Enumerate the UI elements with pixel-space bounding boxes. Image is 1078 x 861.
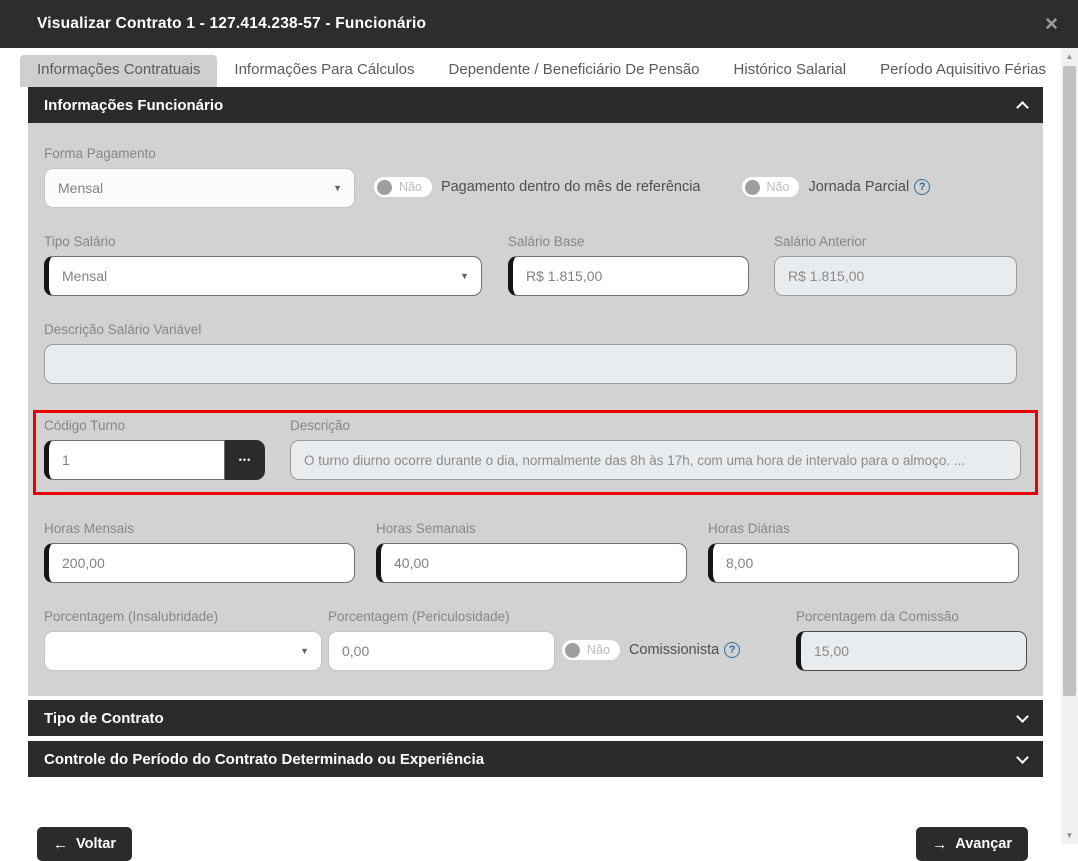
row-forma-pagamento: Forma Pagamento Mensal ▼ Não Pagamento d…: [44, 146, 1027, 208]
help-icon[interactable]: ?: [914, 179, 930, 195]
help-icon[interactable]: ?: [724, 642, 740, 658]
comissionista-label: Comissionista: [629, 642, 719, 658]
porcentagem-insalubridade-label: Porcentagem (Insalubridade): [44, 609, 322, 624]
scroll-down-icon[interactable]: ▼: [1061, 827, 1078, 844]
porcentagem-periculosidade-label: Porcentagem (Periculosidade): [328, 609, 555, 624]
section-header-controle-periodo[interactable]: Controle do Período do Contrato Determin…: [28, 741, 1043, 777]
tipo-salario-label: Tipo Salário: [44, 234, 482, 249]
codigo-turno-value: 1: [62, 452, 70, 468]
porcentagem-periculosidade-value: 0,00: [342, 643, 369, 659]
voltar-label: Voltar: [76, 836, 116, 852]
descricao-turno-value: O turno diurno ocorre durante o dia, nor…: [304, 453, 965, 468]
avancar-label: Avançar: [955, 836, 1012, 852]
avancar-button[interactable]: → Avançar: [916, 827, 1028, 861]
descricao-salario-variavel-input: [44, 344, 1017, 384]
chevron-down-icon: ▼: [460, 271, 469, 281]
horas-mensais-input[interactable]: 200,00: [44, 543, 355, 583]
tab-informacoes-para-calculos[interactable]: Informações Para Cálculos: [217, 55, 431, 87]
porcentagem-comissao-label: Porcentagem da Comissão: [796, 609, 1027, 624]
jornada-parcial-label: Jornada Parcial: [808, 179, 909, 195]
descricao-turno-label: Descrição: [290, 418, 1021, 433]
horas-semanais-label: Horas Semanais: [376, 521, 687, 536]
chevron-up-icon: [1016, 101, 1029, 114]
tipo-salario-value: Mensal: [62, 268, 107, 284]
porcentagem-insalubridade-select[interactable]: ▼: [44, 631, 322, 671]
modal-title: Visualizar Contrato 1 - 127.414.238-57 -…: [37, 15, 426, 33]
forma-pagamento-select[interactable]: Mensal ▼: [44, 168, 355, 208]
section-header-informacoes-funcionario[interactable]: Informações Funcionário: [28, 87, 1043, 123]
modal-header: Visualizar Contrato 1 - 127.414.238-57 -…: [0, 0, 1078, 48]
tab-historico-salarial[interactable]: Histórico Salarial: [717, 55, 864, 87]
descricao-salario-variavel-label: Descrição Salário Variável: [44, 322, 1017, 337]
chevron-down-icon: ▼: [333, 183, 342, 193]
codigo-turno-group: 1 •••: [44, 440, 265, 480]
row-horas: Horas Mensais 200,00 Horas Semanais 40,0…: [44, 521, 1027, 583]
porcentagem-comissao-value: 15,00: [814, 643, 849, 659]
toggle-state-label: Não: [767, 180, 790, 194]
ellipsis-lookup-button[interactable]: •••: [225, 440, 265, 480]
row-salarios: Tipo Salário Mensal ▼ Salário Base R$ 1.…: [44, 234, 1027, 296]
arrow-right-icon: →: [932, 836, 947, 853]
vertical-scrollbar[interactable]: ▲ ▼: [1061, 48, 1078, 844]
section-header-tipo-de-contrato[interactable]: Tipo de Contrato: [28, 700, 1043, 736]
scroll-up-icon[interactable]: ▲: [1061, 48, 1078, 65]
codigo-turno-input[interactable]: 1: [44, 440, 225, 480]
scrollbar-thumb[interactable]: [1063, 66, 1076, 696]
row-porcentagens: Porcentagem (Insalubridade) ▼ Porcentage…: [44, 609, 1027, 671]
ellipsis-icon: •••: [239, 455, 251, 465]
jornada-parcial-toggle[interactable]: Não: [741, 176, 801, 198]
section-title: Informações Funcionário: [44, 97, 223, 114]
codigo-turno-label: Código Turno: [44, 418, 265, 433]
chevron-down-icon: [1016, 710, 1029, 723]
toggle-knob: [745, 180, 760, 195]
row-descricao-salario-variavel: Descrição Salário Variável: [44, 322, 1027, 384]
salario-base-value: R$ 1.815,00: [526, 268, 602, 284]
section-title: Tipo de Contrato: [44, 710, 164, 727]
tab-dependente-beneficiario[interactable]: Dependente / Beneficiário De Pensão: [432, 55, 717, 87]
salario-base-input[interactable]: R$ 1.815,00: [508, 256, 749, 296]
toggle-state-label: Não: [587, 643, 610, 657]
horas-diarias-input[interactable]: 8,00: [708, 543, 1019, 583]
tab-informacoes-contratuais[interactable]: Informações Contratuais: [20, 55, 217, 87]
voltar-button[interactable]: ← Voltar: [37, 827, 132, 861]
horas-semanais-value: 40,00: [394, 555, 429, 571]
salario-anterior-label: Salário Anterior: [774, 234, 1017, 249]
pagamento-dentro-mes-label: Pagamento dentro do mês de referência: [441, 179, 701, 195]
horas-mensais-label: Horas Mensais: [44, 521, 355, 536]
toggle-knob: [565, 643, 580, 658]
arrow-left-icon: ←: [53, 836, 68, 853]
jornada-parcial-group: Não Jornada Parcial ?: [741, 176, 931, 198]
toggle-state-label: Não: [399, 180, 422, 194]
forma-pagamento-value: Mensal: [58, 180, 103, 196]
descricao-turno-input: O turno diurno ocorre durante o dia, nor…: [290, 440, 1021, 480]
tipo-salario-select[interactable]: Mensal ▼: [44, 256, 482, 296]
informacoes-funcionario-body: Forma Pagamento Mensal ▼ Não Pagamento d…: [28, 123, 1043, 696]
salario-anterior-input: R$ 1.815,00: [774, 256, 1017, 296]
section-title: Controle do Período do Contrato Determin…: [44, 751, 484, 768]
pagamento-dentro-mes-toggle[interactable]: Não: [373, 176, 433, 198]
pagamento-dentro-mes-group: Não Pagamento dentro do mês de referênci…: [373, 176, 701, 198]
forma-pagamento-label: Forma Pagamento: [44, 146, 355, 161]
porcentagem-periculosidade-input[interactable]: 0,00: [328, 631, 555, 671]
horas-diarias-value: 8,00: [726, 555, 753, 571]
comissionista-toggle[interactable]: Não: [561, 639, 621, 661]
salario-base-label: Salário Base: [508, 234, 749, 249]
porcentagem-comissao-input: 15,00: [796, 631, 1027, 671]
horas-diarias-label: Horas Diárias: [708, 521, 1019, 536]
highlight-annotation-box: Código Turno 1 ••• Descrição O turno diu…: [33, 410, 1038, 495]
comissionista-group: Não Comissionista ?: [561, 639, 740, 661]
toggle-knob: [377, 180, 392, 195]
row-codigo-turno: Código Turno 1 ••• Descrição O turno diu…: [44, 418, 1027, 480]
chevron-down-icon: [1016, 751, 1029, 764]
salario-anterior-value: R$ 1.815,00: [788, 268, 864, 284]
horas-mensais-value: 200,00: [62, 555, 105, 571]
secondary-tab-bar: Informações Contratuais Informações Para…: [20, 55, 1078, 87]
chevron-down-icon: ▼: [300, 646, 309, 656]
horas-semanais-input[interactable]: 40,00: [376, 543, 687, 583]
close-icon[interactable]: ×: [1045, 13, 1058, 35]
tab-periodo-aquisitivo-ferias[interactable]: Período Aquisitivo Férias: [863, 55, 1063, 87]
